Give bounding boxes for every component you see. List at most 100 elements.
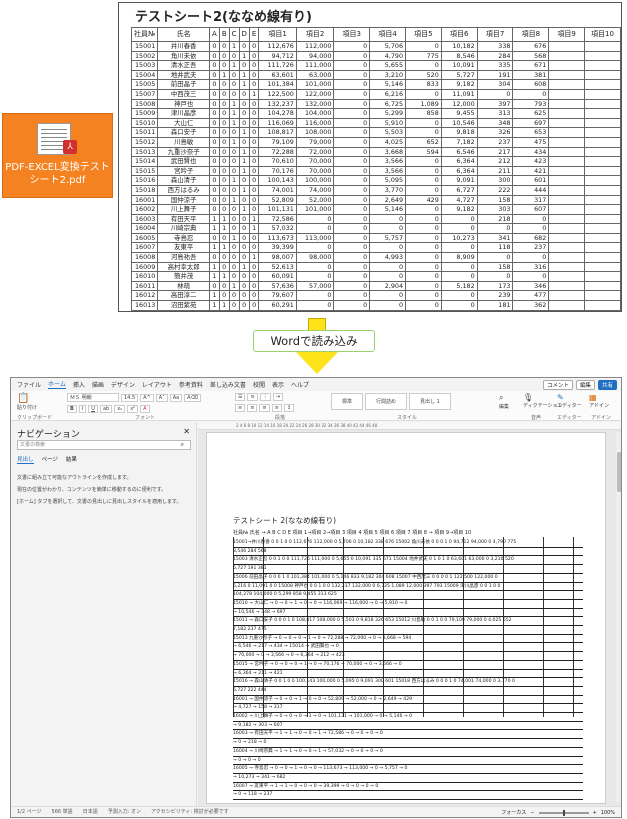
align-right-button[interactable]: ≡ — [259, 404, 270, 412]
font-color-button[interactable]: A — [140, 405, 150, 413]
predict-input-status[interactable]: 予測入力: オン — [108, 807, 141, 817]
doc-line[interactable]: → 0 → 0 → 0 — [233, 757, 583, 766]
numbering-button[interactable]: ≡ — [247, 393, 258, 401]
pdf-file-shortcut[interactable]: ⅄ PDF-EXCEL変換テストシート2.pdf — [2, 113, 113, 198]
zoom-in-button[interactable]: + — [593, 810, 597, 816]
search-icon[interactable]: ⌕ — [181, 441, 184, 449]
doc-line[interactable]: 15016 → 森山清子 0 0 1 0 0 100,143 100,000 0… — [233, 678, 583, 687]
doc-line[interactable]: 15003 清水正吾 0 0 1 0 0 111,726 111,000 0 5… — [233, 556, 583, 566]
underline-button[interactable]: U — [88, 405, 98, 413]
doc-line[interactable]: 15010 → 大山仁 → 0 → 0 → 1 → 0 → 0 → 116,06… — [233, 600, 583, 609]
subscript-button[interactable]: x₂ — [114, 405, 126, 413]
zoom-slider[interactable] — [538, 809, 589, 816]
multilevel-button[interactable]: ⋮ — [259, 393, 271, 401]
italic-button[interactable]: I — [78, 405, 87, 413]
paste-button[interactable]: 貼り付け — [17, 404, 37, 411]
edit-mode-button[interactable]: 編集 — [575, 380, 595, 390]
doc-line[interactable]: 16007 → 友東平 → 1 → 1 → 0 → 0 → 0 → 39,399… — [233, 783, 583, 792]
doc-line[interactable]: 15013 九重沙奈子 → 0 → 0 → 0 → 1 → 0 → 72,288… — [233, 635, 583, 644]
strike-button[interactable]: ab — [99, 405, 113, 413]
doc-line[interactable]: → 70,000 → 0 → 3,566 → 0 → 6,364 → 212 →… — [233, 652, 583, 661]
indent-button[interactable]: ⇥ — [272, 393, 283, 401]
doc-title[interactable]: テストシート 2(ななめ線有り) — [233, 515, 336, 526]
editor-pen-icon[interactable]: ✎ — [557, 393, 582, 402]
doc-line[interactable]: 15015 → 宮吟子 → 0 → 0 → 0 → 1 → 0 → 70,176… — [233, 661, 583, 670]
line-spacing-button[interactable]: ↕ — [283, 404, 295, 412]
accessibility-status[interactable]: アクセシビリティ: 検討が必要です — [151, 807, 229, 817]
doc-line[interactable]: 15001→井川春香 0 0 1 0 0 112,676 112,000 0 5… — [233, 539, 583, 548]
paste-icon[interactable]: 📋 — [17, 393, 37, 404]
doc-line[interactable]: 5,727 191 381 — [233, 565, 583, 574]
addin-grid-icon[interactable]: ▦ — [589, 393, 609, 402]
menu-tab[interactable]: 挿入 — [73, 380, 85, 389]
bold-button[interactable]: B — [67, 405, 77, 413]
doc-line[interactable]: 16002 → 川上舞子 → 0 → 0 → 0 → 1 → 0 → 101,1… — [233, 713, 583, 722]
grow-font-button[interactable]: A^ — [140, 394, 154, 402]
menu-tab[interactable]: 差し込み文書 — [210, 380, 246, 389]
zoom-slider-thumb[interactable] — [562, 809, 565, 816]
doc-line[interactable]: 6,216 0 11,091 0 0 15008 神戸也 0 0 1 0 0 1… — [233, 583, 583, 592]
menu-tab[interactable]: 描画 — [92, 380, 104, 389]
font-name-select[interactable]: ＭＳ 明朝 — [67, 393, 119, 402]
doc-line[interactable]: → 9,182 → 303 → 607 — [233, 722, 583, 731]
change-case-button[interactable]: Aa — [169, 394, 183, 402]
zoom-level[interactable]: 100% — [601, 810, 615, 816]
zoom-out-button[interactable]: − — [530, 810, 534, 816]
edit-button[interactable]: 編集 — [499, 403, 509, 410]
style-normal[interactable]: 標準 — [331, 393, 364, 410]
doc-line[interactable]: → 6,364 → 211 → 421 — [233, 670, 583, 679]
doc-lines[interactable]: 15001→井川春香 0 0 1 0 0 112,676 112,000 0 5… — [233, 539, 583, 801]
menu-tab[interactable]: レイアウト — [142, 380, 172, 389]
menu-tab[interactable]: 参考資料 — [179, 380, 203, 389]
nav-tab[interactable]: 結果 — [66, 455, 77, 464]
superscript-button[interactable]: x² — [127, 405, 139, 413]
doc-line[interactable]: → 10,273 → 341 → 682 — [233, 774, 583, 783]
doc-line[interactable]: 16004 → 川崎宗典 → 1 → 1 → 0 → 0 → 1 → 57,03… — [233, 748, 583, 757]
menu-tab[interactable]: ホーム — [48, 379, 66, 389]
scroll-thumb[interactable] — [617, 452, 621, 492]
share-button[interactable]: 共有 — [597, 380, 617, 390]
menu-tab[interactable]: ヘルプ — [291, 380, 309, 389]
nav-tab[interactable]: ページ — [42, 455, 58, 464]
doc-line[interactable]: → 10,546 → 348 → 697 — [233, 609, 583, 618]
document-page[interactable]: テストシート 2(ななめ線有り) 社員№ 氏名 → A B C D E 項目 1… — [206, 432, 606, 804]
menu-tab[interactable]: ファイル — [17, 380, 41, 389]
page-count[interactable]: 1/2 ページ — [17, 807, 42, 817]
focus-button[interactable]: フォーカス — [501, 809, 526, 816]
bullets-button[interactable]: ☰ — [235, 393, 246, 401]
doc-line[interactable]: 6,727 222 444 — [233, 687, 583, 696]
menu-tab[interactable]: 校閲 — [253, 380, 265, 389]
style-heading1[interactable]: 見出し 1 — [409, 393, 451, 410]
nav-tab[interactable]: 見出し — [17, 455, 34, 464]
doc-line[interactable]: 16001 → 国仲涼子 → 0 → 0 → 1 → 0 → 0 → 52,80… — [233, 696, 583, 705]
doc-line[interactable]: 7,182 237 475 — [233, 626, 583, 635]
doc-line[interactable]: → 4,727 → 158 → 317 — [233, 704, 583, 714]
menu-tab[interactable]: デザイン — [111, 380, 135, 389]
addin-button[interactable]: アドイン — [589, 402, 609, 409]
editor-button[interactable]: エディター — [557, 402, 582, 409]
justify-button[interactable]: ≡ — [271, 404, 282, 412]
language-indicator[interactable]: 日本語 — [83, 807, 98, 817]
vertical-scrollbar[interactable] — [616, 432, 621, 802]
shrink-font-button[interactable]: A˅ — [155, 394, 168, 402]
doc-line[interactable]: 15011 → 森口安子 0 0 0 1 0 108,817 108,000 0… — [233, 617, 583, 627]
menu-tab[interactable]: 表示 — [272, 380, 284, 389]
comment-button[interactable]: コメント — [542, 380, 573, 390]
word-count[interactable]: 566 単語 — [52, 807, 73, 817]
doc-line[interactable]: 104,278 104,000 0 5,299 858 9,455 313 62… — [233, 591, 583, 600]
doc-line[interactable]: 16005 → 寺島忍 → 0 → 0 → 1 → 0 → 0 → 113,67… — [233, 765, 583, 774]
nav-search-input[interactable]: 文書の検索 — [17, 440, 191, 450]
find-icon[interactable]: ⌕ — [499, 393, 509, 403]
style-no-spacing[interactable]: 行間詰め — [365, 393, 408, 410]
doc-header-row[interactable]: 社員№ 氏名 → A B C D E 項目 1→項目 2→項目 3 項目 4 項… — [233, 529, 471, 536]
doc-line[interactable]: → 0 → 118 → 237 — [233, 791, 583, 801]
doc-line[interactable]: 15006 前田晶子 0 0 0 1 0 101,384 101,000 0 5… — [233, 574, 583, 583]
doc-line[interactable]: → 6,546 → 217 → 434 → 15014 → 武田賢也 → 0 — [233, 643, 583, 653]
doc-line[interactable]: 8,546 284 568 — [233, 548, 583, 557]
clear-format-button[interactable]: A⌫ — [184, 394, 201, 402]
doc-line[interactable]: 16003 → 有田天平 → 1 → 1 → 0 → 0 → 1 → 72,58… — [233, 730, 583, 740]
font-size-select[interactable]: 14.5 — [121, 394, 139, 402]
close-icon[interactable]: ✕ — [183, 427, 190, 436]
center-button[interactable]: ≡ — [247, 404, 258, 412]
align-left-button[interactable]: ≡ — [235, 404, 246, 412]
